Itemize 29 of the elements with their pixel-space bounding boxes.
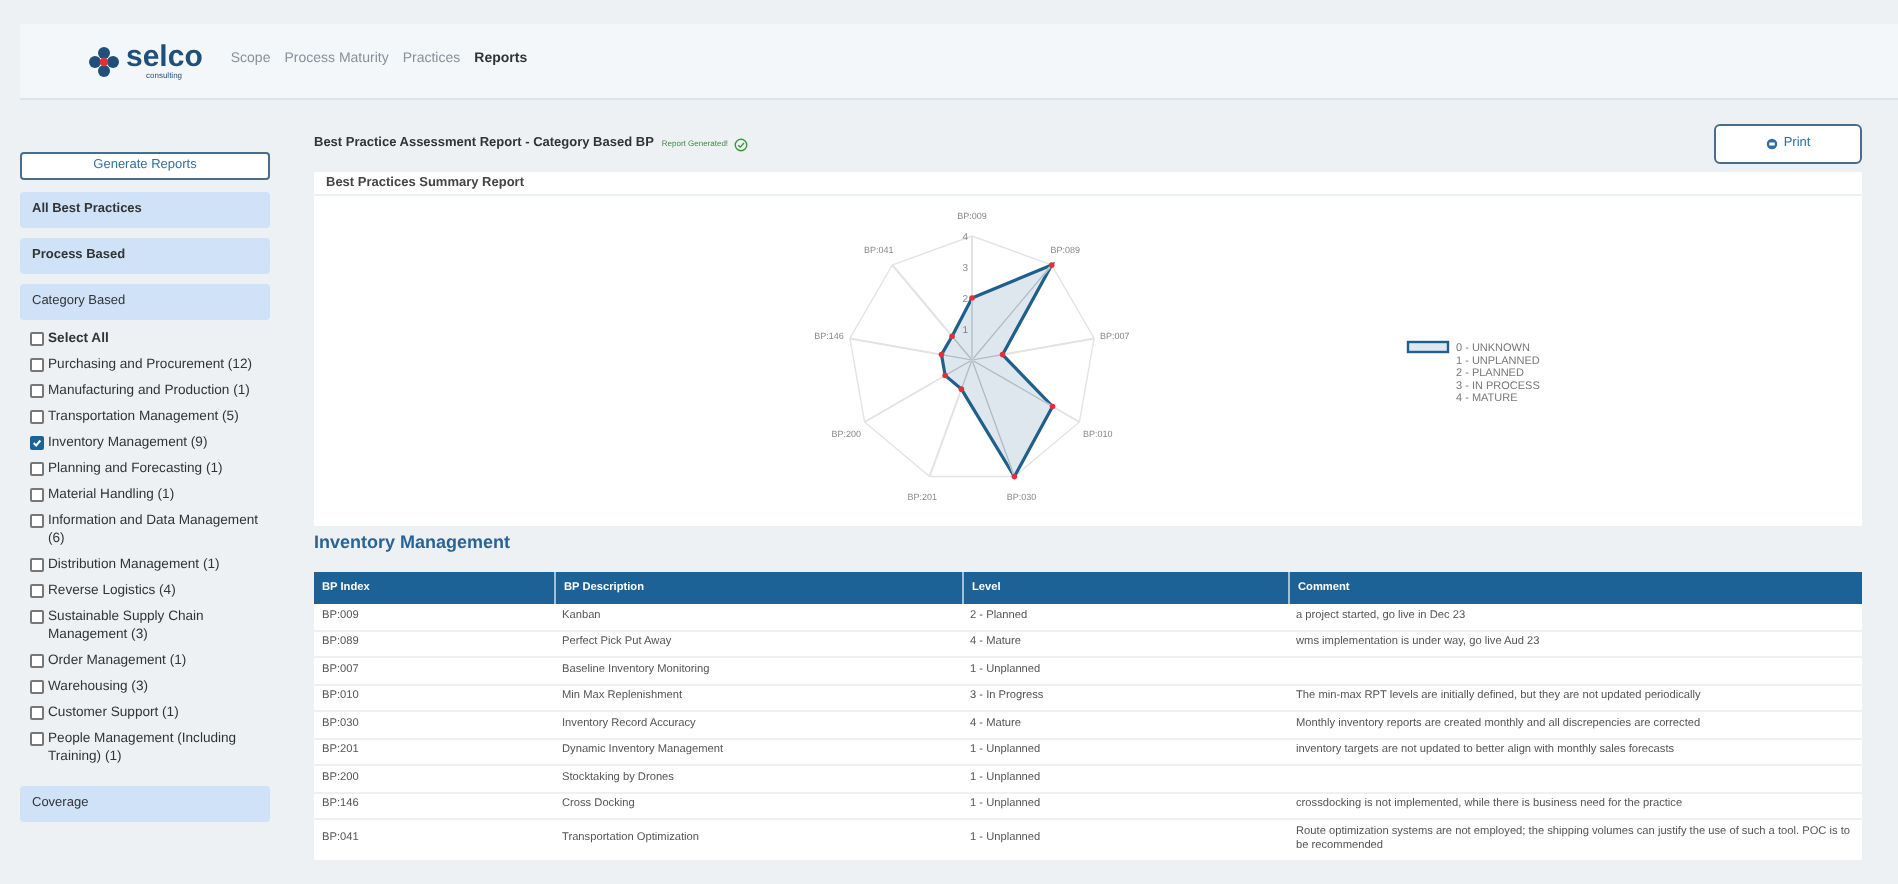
data-point (969, 295, 975, 301)
data-point (949, 333, 955, 340)
section-heading: Inventory Management (314, 530, 513, 556)
checkbox[interactable] (30, 610, 44, 624)
checkbox[interactable] (30, 584, 44, 598)
data-point (938, 351, 945, 358)
checkbox[interactable] (30, 488, 44, 502)
checkbox[interactable] (30, 680, 44, 694)
checkbox[interactable] (30, 332, 44, 346)
data-point (1049, 403, 1056, 410)
checkbox[interactable] (30, 514, 44, 528)
logo-wordmark: selco (126, 43, 203, 71)
checkbox[interactable] (30, 358, 44, 372)
data-point (942, 372, 948, 379)
logo-icon (88, 45, 120, 77)
check-circle-icon (734, 137, 749, 151)
checkbox[interactable] (30, 654, 44, 668)
legend-swatch (1406, 340, 1450, 354)
data-point (1048, 262, 1055, 268)
checkbox[interactable] (30, 410, 44, 424)
checkbox[interactable] (30, 436, 44, 450)
checkbox[interactable] (30, 558, 44, 572)
checkbox[interactable] (30, 706, 44, 720)
checkbox[interactable] (30, 384, 44, 398)
data-point (1011, 473, 1018, 480)
data-point (958, 386, 965, 392)
checkbox[interactable] (30, 462, 44, 476)
data-point (999, 351, 1006, 358)
checkbox[interactable] (30, 732, 44, 746)
